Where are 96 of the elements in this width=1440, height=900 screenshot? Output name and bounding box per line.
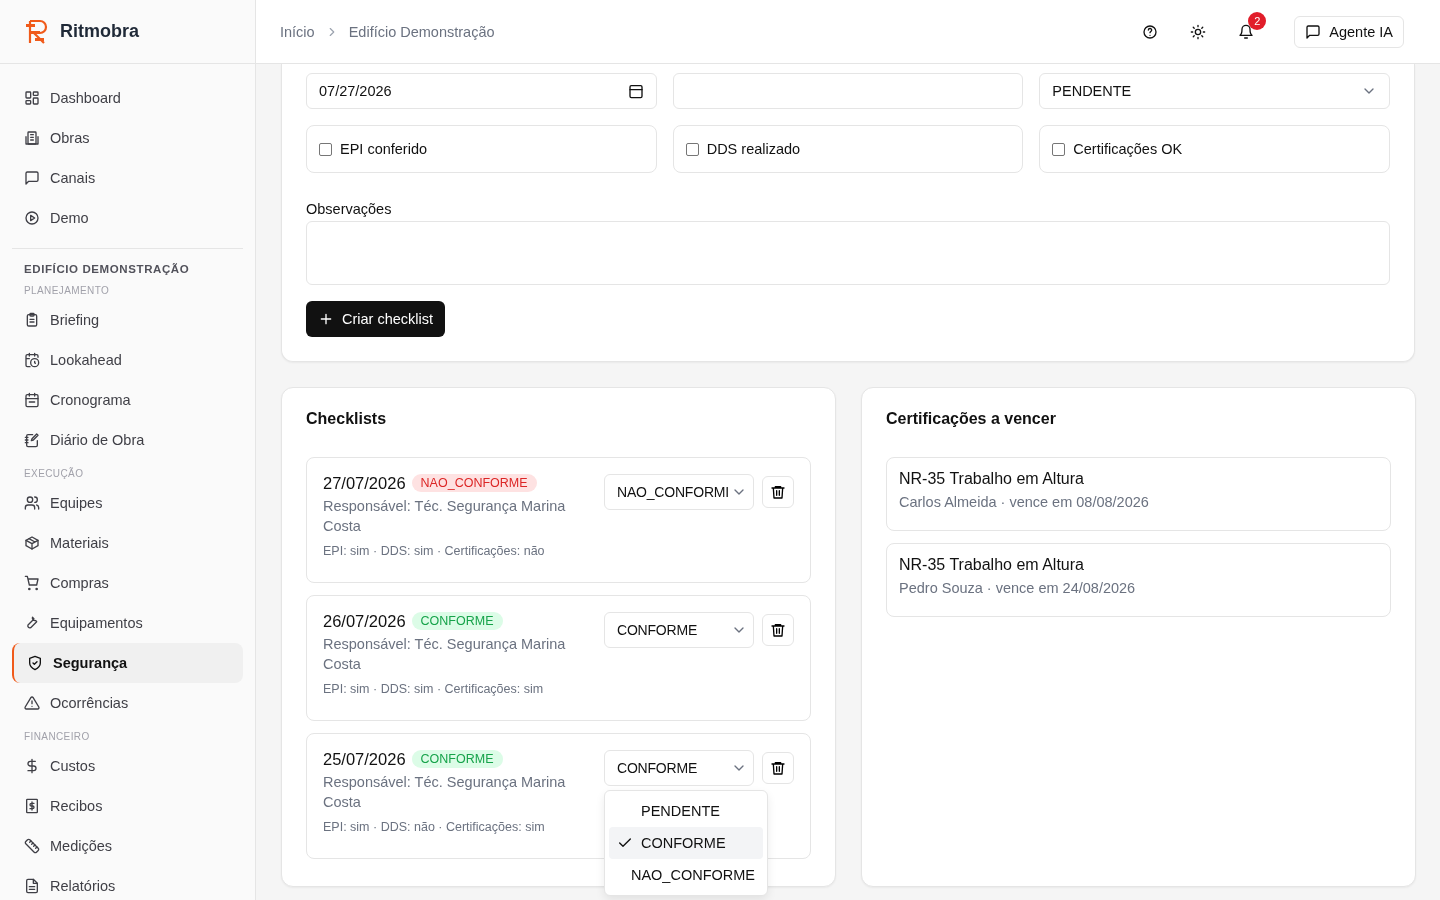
notification-count: 2 xyxy=(1248,11,1267,30)
checklist-date: 26/07/2026 xyxy=(323,612,406,630)
delete-button[interactable] xyxy=(762,614,794,646)
chat-icon xyxy=(24,170,40,186)
cart-icon xyxy=(24,575,40,591)
status-select[interactable]: PENDENTE xyxy=(1039,73,1390,109)
delete-button[interactable] xyxy=(762,752,794,784)
checkbox-option[interactable]: Certificações OK xyxy=(1039,125,1390,173)
dollar-icon xyxy=(24,758,40,774)
create-checklist-button[interactable]: Criar checklist xyxy=(306,301,446,337)
breadcrumb-link[interactable]: Início xyxy=(280,23,315,40)
checkbox-option[interactable]: DDS realizado xyxy=(672,125,1024,173)
document-icon xyxy=(24,878,40,894)
notebook-pen-icon xyxy=(24,432,40,448)
receipt-icon xyxy=(24,798,40,814)
play-circle-icon xyxy=(24,210,40,226)
status-select[interactable]: CONFORME xyxy=(604,750,754,786)
sidebar-item[interactable]: Equipes xyxy=(12,483,243,523)
sidebar-item[interactable]: Obras xyxy=(12,118,243,158)
sidebar-item[interactable]: Diário de Obra xyxy=(12,420,243,460)
checklist-details: EPI: sim · DDS: sim · Certificações: sim xyxy=(323,682,545,696)
notes-field[interactable] xyxy=(306,221,1390,285)
responsible-text: Responsável: Téc. Segurança Marina Costa xyxy=(323,773,567,812)
warning-icon xyxy=(24,695,40,711)
calendar-icon xyxy=(627,83,644,99)
sidebar-item[interactable]: Demo xyxy=(12,198,243,238)
sidebar-item[interactable]: Lookahead xyxy=(12,340,243,380)
sidebar-item[interactable]: Materiais xyxy=(12,523,243,563)
checkbox-label: Certificações OK xyxy=(1073,141,1183,157)
help-icon[interactable] xyxy=(1142,23,1159,40)
agent-button[interactable]: Agente IA xyxy=(1294,15,1404,48)
clipboard-icon xyxy=(24,312,40,328)
chat-icon xyxy=(1305,23,1322,40)
status-badge: CONFORME xyxy=(411,750,503,768)
section-label: PLANEJAMENTO xyxy=(23,284,111,298)
breadcrumb-link[interactable]: Edifício Demonstração xyxy=(348,23,495,40)
certification-name: NR-35 Trabalho em Altura xyxy=(899,556,1085,574)
trash-icon xyxy=(770,484,786,500)
dropdown-option[interactable]: CONFORME xyxy=(609,827,763,859)
ruler-icon xyxy=(24,838,40,854)
date-field[interactable]: 07/27/2026 xyxy=(306,73,657,109)
panel-title: Checklists xyxy=(306,410,388,428)
sidebar-item[interactable]: Dashboard xyxy=(12,78,243,118)
section-label: FINANCEIRO xyxy=(23,730,91,744)
checkbox[interactable] xyxy=(685,142,699,156)
building-icon xyxy=(24,130,40,146)
certification-name: NR-35 Trabalho em Altura xyxy=(899,470,1085,488)
field-label: Observações xyxy=(306,201,393,217)
section-label: EXECUÇÃO xyxy=(23,466,85,481)
box-icon xyxy=(24,535,40,551)
sidebar-item[interactable]: Equipamentos xyxy=(12,603,243,643)
trash-icon xyxy=(770,760,786,776)
checklist-details: EPI: sim · DDS: sim · Certificações: não xyxy=(323,544,546,558)
checkbox[interactable] xyxy=(319,142,332,156)
sidebar-item[interactable]: Medições xyxy=(12,826,243,866)
sidebar-item[interactable]: Briefing xyxy=(12,300,243,340)
shield-check-icon xyxy=(27,655,43,671)
plus-icon xyxy=(318,311,334,327)
project-heading: EDIFÍCIO DEMONSTRAÇÃO xyxy=(23,262,191,277)
sidebar-item[interactable]: Compras xyxy=(12,563,243,603)
checklist-date: 27/07/2026 xyxy=(323,474,406,492)
checkbox-label: DDS realizado xyxy=(706,141,801,157)
checklist-details: EPI: sim · DDS: não · Certificações: sim xyxy=(323,820,546,834)
dropdown-option[interactable]: NAO_CONFORME xyxy=(609,859,763,891)
certification-meta: Carlos Almeida · vence em 08/08/2026 xyxy=(899,494,1150,510)
trash-icon xyxy=(770,622,786,638)
users-icon xyxy=(24,495,40,511)
checkbox[interactable] xyxy=(1052,142,1066,156)
sidebar-item[interactable]: Cronograma xyxy=(12,380,243,420)
panel-title: Certificações a vencer xyxy=(886,410,1057,428)
sun-icon[interactable] xyxy=(1190,23,1207,40)
checkbox-label: EPI conferido xyxy=(340,141,428,157)
bell-icon[interactable] xyxy=(1238,23,1255,40)
sidebar-item[interactable]: Custos xyxy=(12,746,243,786)
wrench-icon xyxy=(24,615,40,631)
status-select[interactable]: CONFORME xyxy=(604,612,754,648)
certification-meta: Pedro Souza · vence em 24/08/2026 xyxy=(899,580,1137,596)
status-select[interactable]: NAO_CONFORMI xyxy=(604,474,754,510)
grid-icon xyxy=(24,90,40,106)
delete-button[interactable] xyxy=(762,476,794,508)
dropdown-option[interactable]: PENDENTE xyxy=(609,795,763,827)
brand-name: Ritmobra xyxy=(60,21,139,42)
sidebar-item[interactable]: Relatórios xyxy=(12,866,243,900)
sidebar-item[interactable]: Segurança xyxy=(12,643,243,683)
sidebar-item[interactable]: Recibos xyxy=(12,786,243,826)
sidebar-item[interactable]: Canais xyxy=(12,158,243,198)
status-badge: CONFORME xyxy=(411,612,503,630)
calendar-clock-icon xyxy=(24,352,40,368)
status-badge: NAO_CONFORME xyxy=(411,474,537,492)
calendar-icon xyxy=(24,392,40,408)
responsible-text: Responsável: Téc. Segurança Marina Costa xyxy=(323,635,567,674)
checklist-date: 25/07/2026 xyxy=(323,750,406,768)
responsible-text: Responsável: Téc. Segurança Marina Costa xyxy=(323,497,567,536)
sidebar-item[interactable]: Ocorrências xyxy=(12,683,243,723)
responsible-field[interactable] xyxy=(672,73,1024,109)
checkbox-option[interactable]: EPI conferido xyxy=(306,125,657,173)
